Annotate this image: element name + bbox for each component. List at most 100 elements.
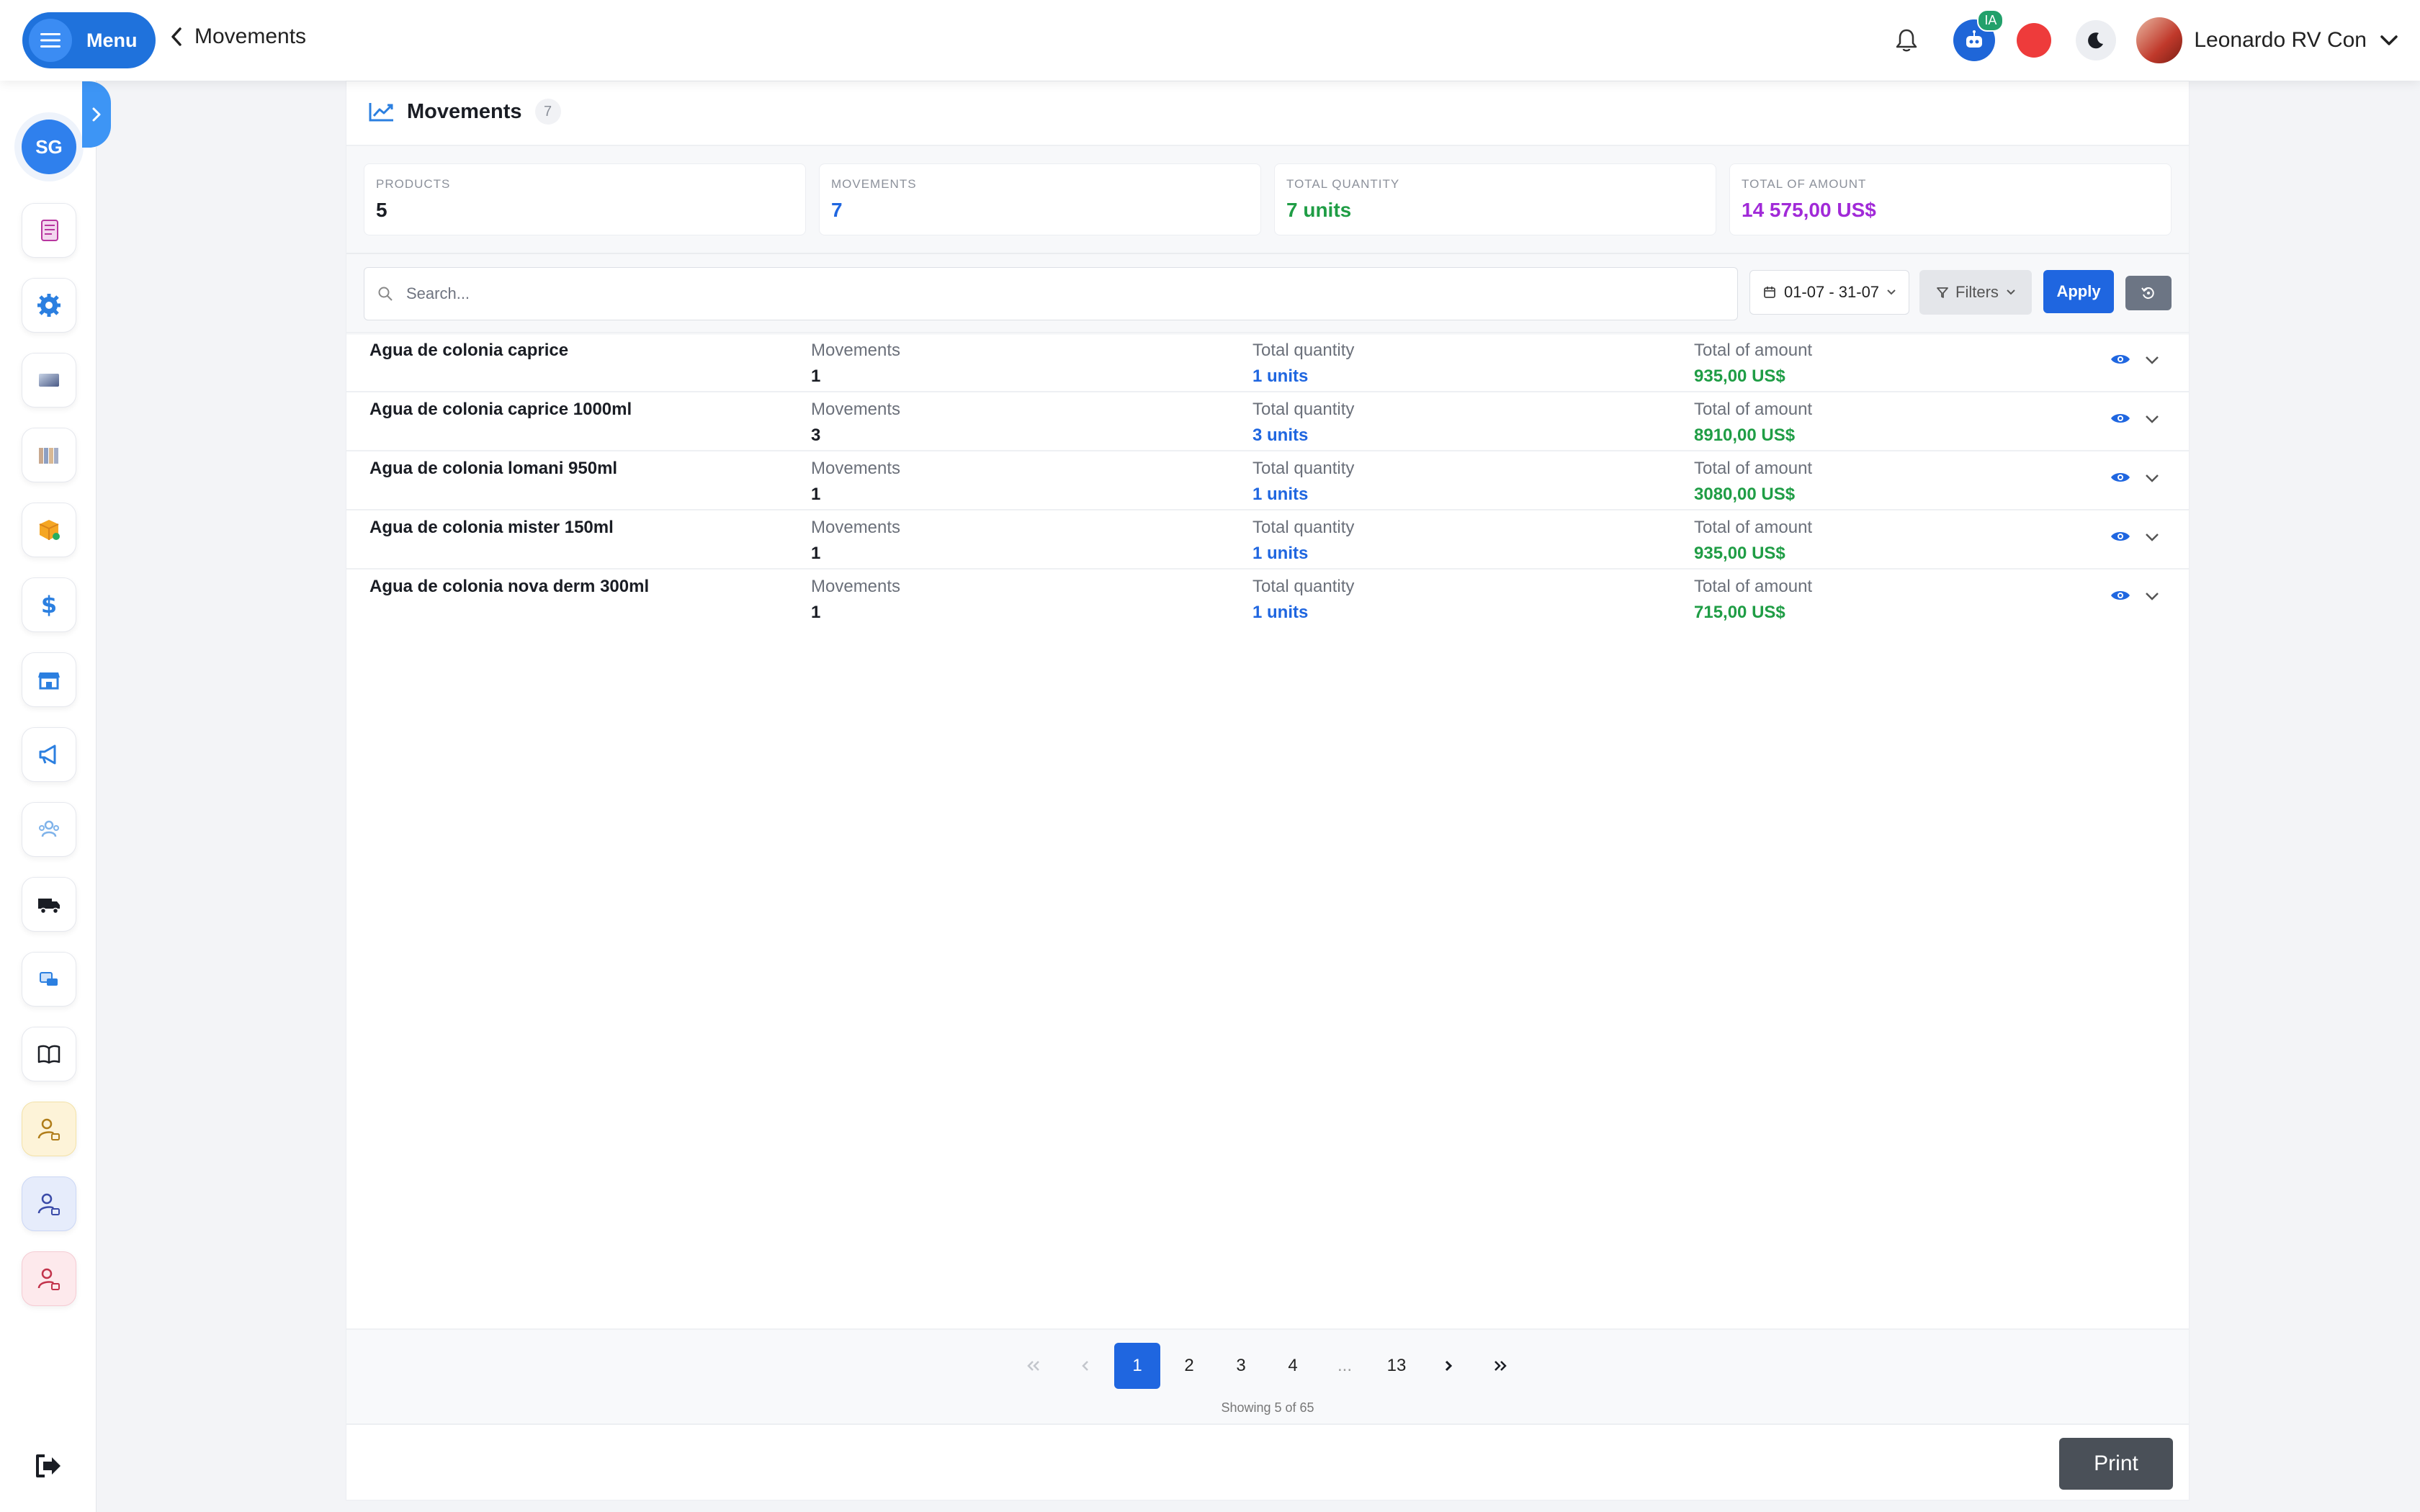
sidebar-item-products[interactable]	[22, 503, 76, 557]
apply-button[interactable]: Apply	[2043, 270, 2114, 313]
stat-value: 7 units	[1286, 199, 1352, 221]
amount-label: Total of amount	[1694, 400, 1813, 419]
page-button-13[interactable]: 13	[1373, 1343, 1420, 1389]
trend-chart-icon	[369, 103, 393, 122]
product-name: Agua de colonia caprice	[369, 341, 569, 360]
page-button-3[interactable]: 3	[1218, 1343, 1264, 1389]
divider	[346, 1423, 2189, 1425]
sidebar-item-user-red[interactable]	[22, 1251, 76, 1306]
eye-icon[interactable]	[2110, 588, 2131, 603]
chevron-right-icon	[92, 107, 101, 122]
logout-button[interactable]	[32, 1452, 63, 1484]
pagination: 1 2 3 4 ... 13 Showing 5 of 65	[346, 1328, 2189, 1423]
scroll-icon	[41, 220, 58, 241]
avatar[interactable]	[2136, 17, 2183, 63]
store-icon	[38, 672, 60, 690]
amount-value: 715,00 US$	[1694, 603, 1785, 622]
amount-value: 8910,00 US$	[1694, 426, 1796, 445]
first-page-button[interactable]	[1010, 1343, 1057, 1389]
eye-icon[interactable]	[2110, 411, 2131, 426]
movements-value: 1	[811, 603, 821, 622]
user-lock-icon	[37, 1193, 60, 1215]
chevron-down-icon	[2007, 289, 2015, 295]
page-button-2[interactable]: 2	[1166, 1343, 1212, 1389]
eye-icon[interactable]	[2110, 352, 2131, 366]
team-icon	[39, 820, 59, 837]
chevron-down-icon[interactable]	[2144, 414, 2160, 424]
sidebar-item-shipping[interactable]	[22, 952, 76, 1007]
movements-label: Movements	[811, 400, 901, 419]
bell-icon	[1896, 29, 1917, 52]
ai-assistant-button[interactable]: IA	[1953, 9, 2004, 61]
user-name[interactable]: Leonardo RV Con	[2194, 28, 2367, 53]
page-button-1[interactable]: 1	[1114, 1343, 1160, 1389]
reset-icon	[2141, 287, 2154, 300]
sidebar-item-delivery[interactable]	[22, 877, 76, 932]
hamburger-icon	[29, 19, 72, 62]
divider	[346, 253, 2189, 254]
stat-label: MOVEMENTS	[831, 177, 917, 191]
list-item[interactable]: Agua de colonia nova derm 300ml Movement…	[346, 568, 2189, 627]
stat-total-quantity: TOTAL QUANTITY 7 units	[1274, 163, 1716, 235]
stat-total-amount: TOTAL OF AMOUNT 14 575,00 US$	[1729, 163, 2172, 235]
record-button[interactable]	[2017, 23, 2052, 58]
chevron-down-icon[interactable]	[2144, 355, 2160, 365]
sidebar-item-guide[interactable]	[22, 1027, 76, 1081]
sidebar-collapse-toggle[interactable]	[82, 81, 111, 148]
print-button[interactable]: Print	[2059, 1438, 2173, 1490]
product-name: Agua de colonia nova derm 300ml	[369, 577, 650, 596]
sidebar-item-finance[interactable]: $	[22, 577, 76, 632]
menu-label: Menu	[86, 29, 138, 51]
amount-label: Total of amount	[1694, 518, 1813, 537]
sidebar-item-team[interactable]	[22, 802, 76, 857]
chevron-down-icon	[1887, 289, 1896, 295]
sidebar-item-marketing[interactable]	[22, 727, 76, 782]
menu-button[interactable]: Menu	[22, 12, 156, 68]
eye-icon[interactable]	[2110, 470, 2131, 485]
stat-label: PRODUCTS	[376, 177, 451, 191]
filters-dropdown[interactable]: Filters	[1919, 270, 2032, 315]
sidebar-item-gallery[interactable]	[22, 353, 76, 408]
company-avatar[interactable]: SG	[22, 120, 76, 174]
sidebar-item-user-blue[interactable]	[22, 1176, 76, 1231]
list-item[interactable]: Agua de colonia lomani 950ml Movements 1 …	[346, 450, 2189, 509]
quantity-label: Total quantity	[1252, 518, 1355, 537]
prev-page-button[interactable]	[1062, 1343, 1108, 1389]
eye-icon[interactable]	[2110, 529, 2131, 544]
amount-value: 3080,00 US$	[1694, 485, 1796, 504]
ai-badge: IA	[1977, 9, 2004, 32]
sidebar-item-catalog[interactable]	[22, 428, 76, 482]
chevron-down-icon[interactable]	[2144, 532, 2160, 542]
chevron-right-icon	[1445, 1360, 1453, 1372]
double-chevron-right-icon	[1494, 1361, 1507, 1371]
list-item[interactable]: Agua de colonia mister 150ml Movements 1 …	[346, 509, 2189, 568]
chevron-down-icon[interactable]	[2144, 591, 2160, 601]
next-page-button[interactable]	[1425, 1343, 1471, 1389]
amount-label: Total of amount	[1694, 459, 1813, 478]
sidebar-item-store[interactable]	[22, 652, 76, 707]
list-item[interactable]: Agua de colonia caprice 1000ml Movements…	[346, 391, 2189, 450]
dark-mode-toggle[interactable]	[2076, 20, 2117, 60]
movements-label: Movements	[811, 518, 901, 537]
svg-text:$: $	[41, 591, 57, 618]
double-chevron-left-icon	[1027, 1361, 1039, 1371]
date-range-picker[interactable]: 01-07 - 31-07	[1749, 270, 1909, 315]
sidebar-item-settings[interactable]	[22, 278, 76, 333]
sidebar-item-documents[interactable]	[22, 203, 76, 258]
search-input[interactable]: Search...	[364, 267, 1738, 320]
moon-icon	[2088, 32, 2104, 49]
notifications-button[interactable]	[1888, 22, 1924, 58]
shipping-icon	[40, 972, 58, 986]
amount-label: Total of amount	[1694, 341, 1813, 360]
chevron-down-icon[interactable]	[2144, 473, 2160, 483]
stat-label: TOTAL OF AMOUNT	[1742, 177, 1867, 191]
sidebar-item-user-yellow[interactable]	[22, 1102, 76, 1156]
list-item[interactable]: Agua de colonia caprice Movements 1 Total…	[346, 332, 2189, 391]
page-button-4[interactable]: 4	[1270, 1343, 1316, 1389]
box-icon	[39, 520, 60, 540]
reset-button[interactable]	[2125, 276, 2172, 310]
chevron-down-icon[interactable]	[2380, 35, 2398, 46]
page-title: Movements	[407, 99, 522, 123]
last-page-button[interactable]	[1477, 1343, 1523, 1389]
back-link[interactable]: Movements	[170, 24, 306, 49]
